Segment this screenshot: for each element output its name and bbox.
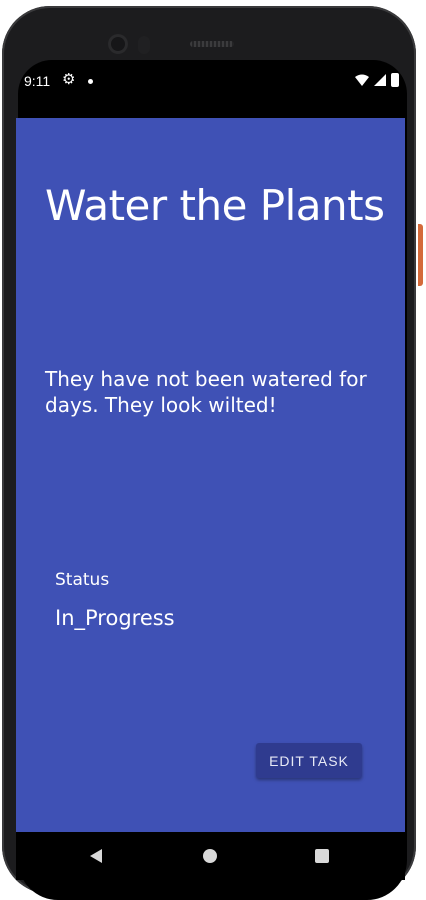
gear-icon: ⚙	[62, 71, 76, 88]
earpiece-speaker	[190, 41, 234, 47]
signal-icon	[374, 74, 386, 86]
task-description: They have not been watered for days. The…	[45, 367, 367, 417]
task-detail-screen: Water the Plants They have not been wate…	[16, 118, 405, 832]
home-icon[interactable]	[203, 849, 217, 863]
front-camera	[108, 34, 128, 54]
proximity-sensor	[138, 36, 150, 54]
navigation-bar	[16, 832, 405, 880]
task-title: Water the Plants	[45, 181, 385, 230]
status-value: In_Progress	[55, 606, 175, 630]
status-icons	[355, 73, 399, 87]
status-bar: 9:11 ⚙	[16, 60, 405, 102]
status-time: 9:11	[24, 73, 51, 89]
edit-task-button[interactable]: EDIT TASK	[256, 743, 362, 778]
power-button	[418, 224, 423, 286]
notification-dot-icon	[88, 79, 93, 84]
status-label: Status	[55, 570, 110, 590]
back-icon[interactable]	[90, 849, 102, 863]
recents-icon[interactable]	[315, 849, 329, 863]
wifi-icon	[355, 74, 369, 86]
battery-icon	[391, 73, 399, 87]
